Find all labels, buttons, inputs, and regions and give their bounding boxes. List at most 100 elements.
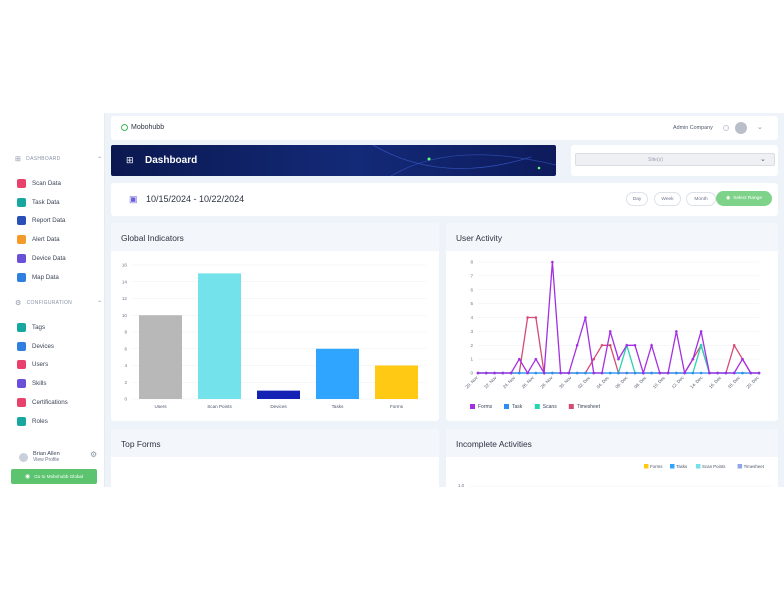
data-point[interactable]: [526, 316, 529, 319]
data-point[interactable]: [608, 371, 612, 375]
sidebar-item-alert-data[interactable]: Alert Data: [17, 235, 60, 245]
data-point[interactable]: [757, 371, 761, 375]
data-point[interactable]: [625, 343, 629, 347]
data-point[interactable]: [600, 371, 604, 375]
legend-label[interactable]: Scans: [543, 404, 557, 410]
month-button[interactable]: Month: [686, 192, 716, 206]
bar[interactable]: [375, 365, 418, 400]
go-global-button[interactable]: ◉ Go to Mobohubb Global: [11, 469, 97, 484]
avatar[interactable]: [735, 122, 747, 134]
data-point[interactable]: [625, 371, 629, 375]
gear-icon[interactable]: ⚙: [90, 450, 97, 459]
data-point[interactable]: [666, 371, 670, 375]
bar[interactable]: [316, 348, 359, 399]
view-profile-link[interactable]: View Profile: [33, 457, 60, 463]
data-point[interactable]: [699, 330, 703, 333]
chevron-down-icon[interactable]: ⌄: [757, 123, 763, 131]
data-point[interactable]: [584, 371, 587, 375]
chevron-up-icon[interactable]: ⌃: [97, 300, 102, 307]
data-point[interactable]: [559, 371, 562, 375]
data-point[interactable]: [658, 371, 662, 375]
date-range[interactable]: 10/15/2024 - 10/22/2024: [146, 194, 244, 204]
day-button[interactable]: Day: [626, 192, 648, 206]
data-point[interactable]: [716, 371, 719, 375]
data-point[interactable]: [592, 357, 596, 361]
data-point[interactable]: [699, 343, 703, 347]
site-select[interactable]: Site(s) ⌄: [575, 153, 775, 166]
data-point[interactable]: [724, 371, 728, 375]
data-point[interactable]: [509, 371, 513, 375]
data-point[interactable]: [608, 343, 612, 347]
data-point[interactable]: [650, 343, 653, 347]
data-point[interactable]: [493, 371, 496, 375]
data-point[interactable]: [518, 371, 521, 375]
data-point[interactable]: [683, 371, 686, 375]
user-profile[interactable]: Brian Allen View Profile: [19, 451, 60, 463]
brand[interactable]: Mobohubb: [121, 124, 164, 131]
data-point[interactable]: [534, 371, 538, 375]
legend-label[interactable]: Timesheet: [744, 464, 765, 469]
data-point[interactable]: [617, 371, 620, 375]
data-point[interactable]: [732, 371, 736, 375]
sidebar-item-roles[interactable]: Roles: [17, 416, 48, 426]
data-point[interactable]: [732, 343, 736, 347]
data-point[interactable]: [675, 371, 678, 375]
data-point[interactable]: [575, 371, 579, 375]
chevron-down-icon[interactable]: ⌄: [760, 155, 766, 163]
data-point[interactable]: [650, 371, 653, 375]
data-point[interactable]: [675, 330, 678, 333]
data-point[interactable]: [551, 371, 554, 375]
data-point[interactable]: [708, 371, 711, 375]
data-point[interactable]: [633, 343, 637, 347]
data-point[interactable]: [749, 371, 753, 375]
dashboard-section-header[interactable]: ⊞ DASHBOARD ⌃: [15, 155, 102, 163]
calendar-icon[interactable]: ▣: [129, 194, 138, 205]
data-point[interactable]: [484, 371, 488, 375]
data-point[interactable]: [551, 260, 554, 264]
data-point[interactable]: [691, 357, 695, 361]
data-point[interactable]: [526, 371, 529, 375]
data-point[interactable]: [741, 357, 744, 361]
sidebar-item-devices[interactable]: Devices: [17, 341, 54, 351]
data-point[interactable]: [584, 316, 587, 319]
bar[interactable]: [257, 390, 300, 399]
data-point[interactable]: [575, 343, 579, 347]
sidebar-item-tags[interactable]: Tags: [17, 323, 45, 332]
configuration-section-header[interactable]: ⚙ CONFIGURATION ⌃: [15, 299, 102, 307]
data-point[interactable]: [600, 343, 604, 347]
data-point[interactable]: [741, 371, 744, 375]
sidebar-item-users[interactable]: Users: [17, 360, 48, 370]
sidebar-item-device-data[interactable]: Device Data: [17, 253, 66, 263]
data-point[interactable]: [567, 371, 571, 375]
legend-label[interactable]: Timesheet: [577, 404, 601, 410]
legend-label[interactable]: Task: [512, 404, 523, 410]
data-point[interactable]: [641, 371, 645, 375]
sidebar-item-certifications[interactable]: Certifications: [17, 397, 68, 407]
sidebar-item-task-data[interactable]: Task Data: [17, 197, 60, 207]
data-point[interactable]: [476, 371, 480, 375]
legend-label[interactable]: Scan Points: [702, 464, 726, 469]
sidebar-item-skills[interactable]: Skills: [17, 379, 46, 389]
data-point[interactable]: [617, 357, 620, 361]
data-point[interactable]: [534, 357, 538, 361]
sidebar-item-scan-data[interactable]: Scan Data: [17, 179, 61, 188]
data-point[interactable]: [592, 371, 596, 375]
data-point[interactable]: [691, 371, 695, 375]
legend-label[interactable]: Forms: [478, 404, 493, 410]
legend-label[interactable]: Tasks: [676, 464, 688, 469]
data-point[interactable]: [518, 357, 521, 361]
data-point[interactable]: [534, 316, 538, 319]
chevron-up-icon[interactable]: ⌃: [97, 156, 102, 163]
data-point[interactable]: [608, 330, 612, 333]
data-point[interactable]: [501, 371, 505, 375]
select-range-button[interactable]: ◉ Select Range: [716, 191, 772, 206]
data-point[interactable]: [542, 371, 546, 375]
week-button[interactable]: Week: [654, 192, 681, 206]
bar[interactable]: [198, 273, 241, 399]
bar[interactable]: [139, 315, 182, 399]
sidebar-item-map-data[interactable]: Map Data: [17, 272, 59, 282]
sidebar-item-report-data[interactable]: Report Data: [17, 216, 65, 226]
data-point[interactable]: [633, 371, 637, 375]
legend-label[interactable]: Forms: [650, 464, 663, 469]
data-point[interactable]: [699, 371, 703, 375]
